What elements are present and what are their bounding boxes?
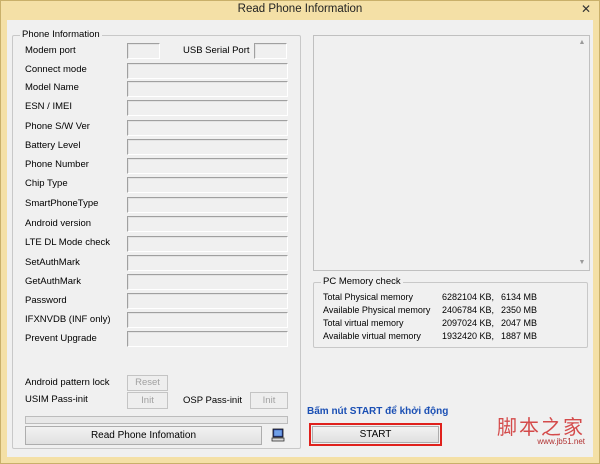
- available-physical-memory-mb: 2350 MB: [501, 305, 538, 315]
- window-title: Read Phone Information: [237, 3, 363, 15]
- get-auth-mark-label: GetAuthMark: [25, 276, 81, 287]
- battery-level-field[interactable]: [127, 139, 288, 155]
- usim-init-button[interactable]: Init: [127, 392, 168, 409]
- phone-number-field[interactable]: [127, 158, 288, 174]
- title-bar: Read Phone Information ✕: [1, 1, 599, 19]
- android-pattern-lock-label: Android pattern lock: [25, 377, 110, 388]
- model-name-label: Model Name: [25, 82, 79, 93]
- read-phone-information-button[interactable]: Read Phone Infomation: [25, 426, 262, 445]
- smartphone-type-field[interactable]: [127, 197, 288, 213]
- modem-port-field[interactable]: [127, 43, 160, 59]
- total-virtual-memory-kb: 2097024 KB,: [442, 318, 495, 328]
- prevent-upgrade-label: Prevent Upgrade: [25, 333, 97, 344]
- battery-level-label: Battery Level: [25, 140, 81, 151]
- reset-button[interactable]: Reset: [127, 375, 168, 391]
- usb-serial-port-field[interactable]: [254, 43, 287, 59]
- ifxnvdb-label: IFXNVDB (INF only): [25, 314, 111, 325]
- esn-imei-field[interactable]: [127, 100, 288, 116]
- phone-number-label: Phone Number: [25, 159, 89, 170]
- lte-dl-mode-check-field[interactable]: [127, 236, 288, 252]
- phone-information-title: Phone Information: [20, 29, 102, 41]
- prevent-upgrade-field[interactable]: [127, 331, 288, 347]
- esn-imei-label: ESN / IMEI: [25, 101, 72, 112]
- total-physical-memory-kb: 6282104 KB,: [442, 292, 495, 302]
- watermark-sub: www.jb51.net: [537, 437, 585, 446]
- phone-sw-ver-field[interactable]: [127, 120, 288, 136]
- watermark-main: 脚本之家: [497, 415, 585, 439]
- computer-icon[interactable]: [271, 428, 285, 442]
- log-text-area[interactable]: ▲ ▼: [313, 35, 590, 271]
- android-version-label: Android version: [25, 218, 92, 229]
- phone-sw-ver-label: Phone S/W Ver: [25, 121, 90, 132]
- connect-mode-field[interactable]: [127, 63, 288, 79]
- osp-pass-init-label: OSP Pass-init: [183, 395, 242, 406]
- pc-memory-title: PC Memory check: [321, 276, 403, 288]
- total-virtual-memory-mb: 2047 MB: [501, 318, 538, 328]
- chip-type-field[interactable]: [127, 177, 288, 193]
- total-virtual-memory-label: Total virtual memory: [323, 318, 404, 328]
- model-name-field[interactable]: [127, 81, 288, 97]
- smartphone-type-label: SmartPhoneType: [25, 198, 99, 209]
- available-physical-memory-kb: 2406784 KB,: [442, 305, 495, 315]
- modem-port-label: Modem port: [25, 45, 76, 56]
- password-field[interactable]: [127, 293, 288, 309]
- available-physical-memory-label: Available Physical memory: [323, 305, 431, 315]
- scroll-down-icon[interactable]: ▼: [577, 258, 587, 268]
- connect-mode-label: Connect mode: [25, 64, 87, 75]
- total-physical-memory-label: Total Physical memory: [323, 292, 414, 302]
- start-instruction-annotation: Bấm nút START để khởi động: [307, 406, 449, 417]
- progress-bar: [25, 416, 288, 424]
- app-window: Read Phone Information ✕ Phone Informati…: [0, 0, 600, 464]
- available-virtual-memory-mb: 1887 MB: [501, 331, 538, 341]
- scroll-up-icon[interactable]: ▲: [577, 38, 587, 48]
- lte-dl-mode-check-label: LTE DL Mode check: [25, 237, 111, 248]
- set-auth-mark-field[interactable]: [127, 255, 288, 271]
- watermark-logo: 脚本之家 www.jb51.net: [465, 411, 585, 451]
- set-auth-mark-label: SetAuthMark: [25, 257, 80, 268]
- android-version-field[interactable]: [127, 216, 288, 232]
- get-auth-mark-field[interactable]: [127, 274, 288, 290]
- start-button[interactable]: START: [312, 426, 439, 443]
- ifxnvdb-field[interactable]: [127, 312, 288, 328]
- available-virtual-memory-kb: 1932420 KB,: [442, 331, 495, 341]
- available-virtual-memory-label: Available virtual memory: [323, 331, 421, 341]
- client-area: Phone Information Modem port USB Serial …: [7, 20, 593, 457]
- close-icon[interactable]: ✕: [579, 2, 593, 16]
- password-label: Password: [25, 295, 67, 306]
- total-physical-memory-mb: 6134 MB: [501, 292, 538, 302]
- usb-serial-port-label: USB Serial Port: [183, 45, 250, 56]
- osp-init-button[interactable]: Init: [250, 392, 288, 409]
- chip-type-label: Chip Type: [25, 178, 68, 189]
- usim-pass-init-label: USIM Pass-init: [25, 394, 88, 405]
